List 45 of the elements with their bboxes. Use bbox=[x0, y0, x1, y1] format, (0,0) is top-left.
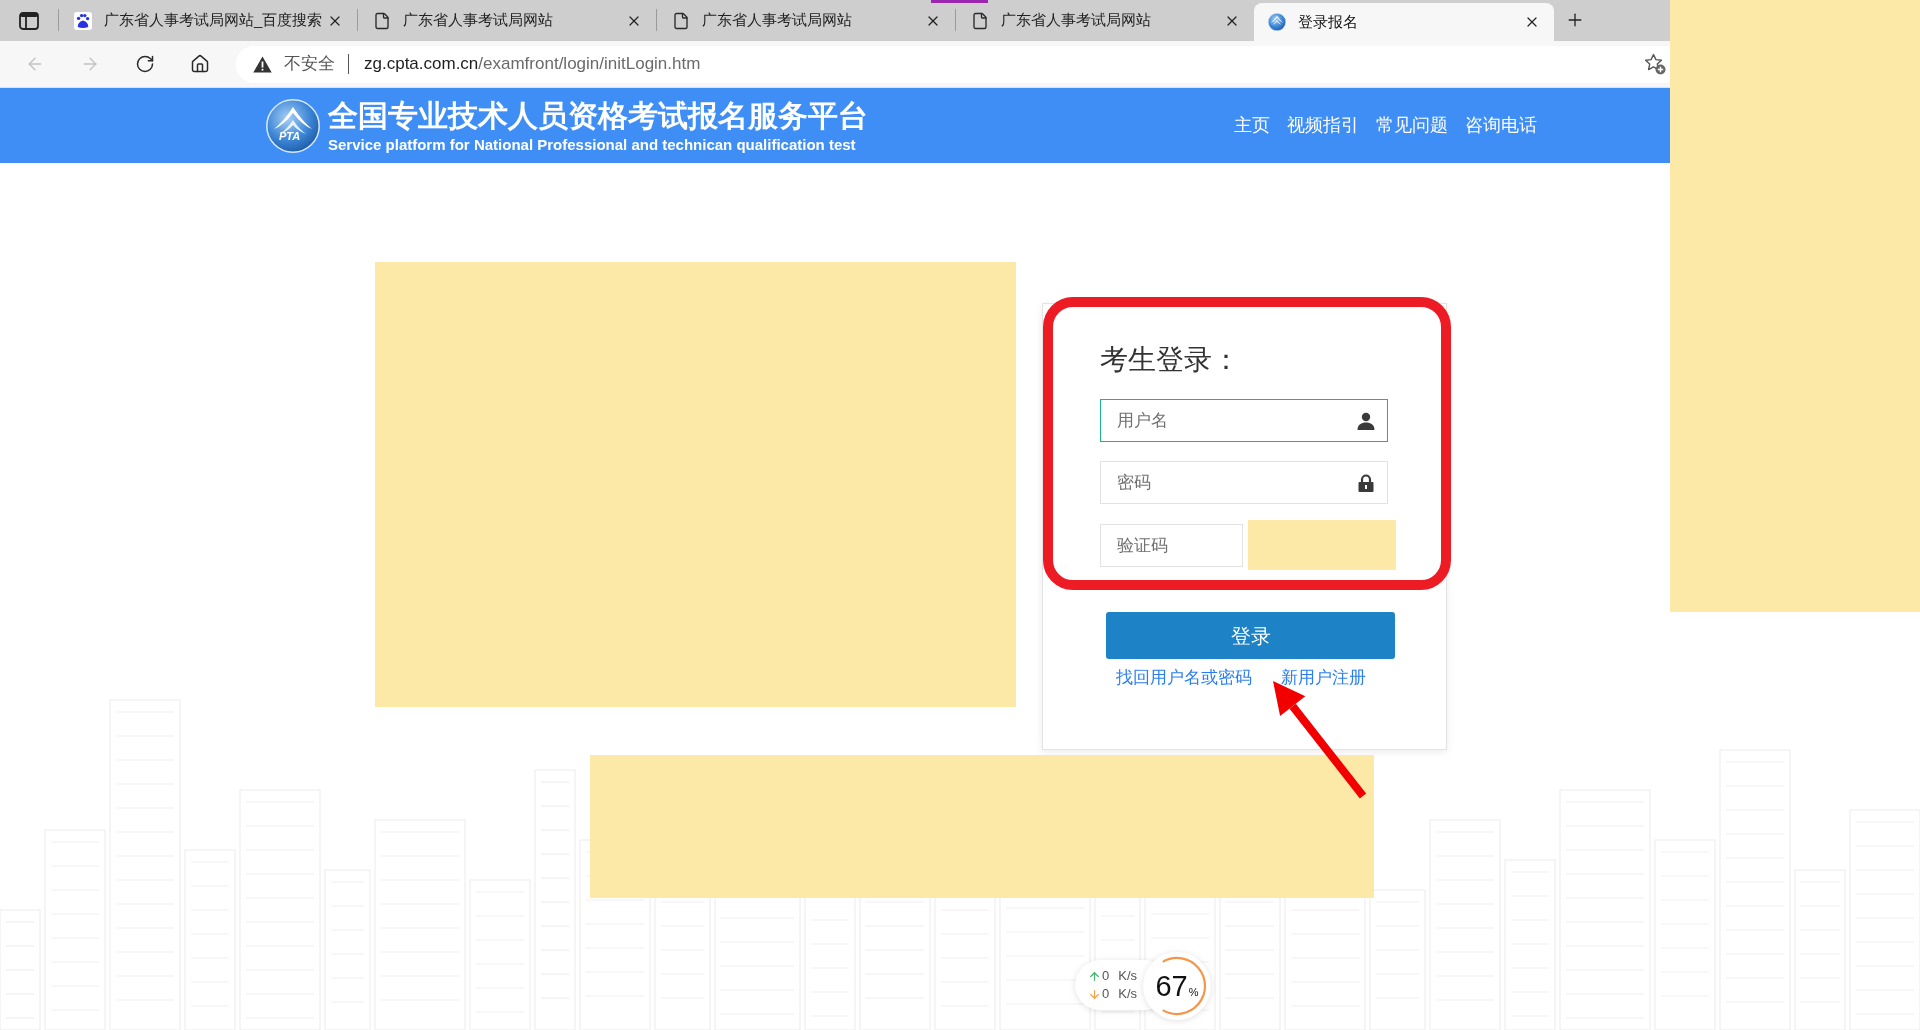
document-icon bbox=[672, 11, 690, 30]
login-button[interactable]: 登录 bbox=[1106, 612, 1395, 659]
sidebar-icon[interactable] bbox=[19, 11, 39, 30]
address-field[interactable]: 不安全 zg.cpta.com.cn/examfront/login/initLogin.htm bbox=[236, 45, 1670, 83]
upload-arrow-icon bbox=[1088, 969, 1101, 983]
warning-icon bbox=[253, 55, 272, 73]
logo-icon bbox=[266, 98, 320, 153]
upload-speed: 0 bbox=[1102, 969, 1110, 983]
register-link[interactable]: 新用户注册 bbox=[1281, 668, 1366, 688]
url-host: zg.cpta.com.cn bbox=[364, 53, 479, 76]
nav-link[interactable]: 咨询电话 bbox=[1465, 112, 1537, 139]
logo-text: PTA bbox=[279, 129, 301, 142]
lock-icon bbox=[1358, 473, 1374, 492]
login-title: 考生登录： bbox=[1100, 343, 1241, 377]
tab-indicator bbox=[931, 0, 988, 3]
download-speed: 0 bbox=[1102, 987, 1110, 1001]
paw-icon bbox=[74, 11, 92, 30]
site-title: 全国专业技术人员资格考试报名服务平台 bbox=[328, 98, 868, 133]
reload-icon bbox=[135, 54, 155, 74]
logo-icon bbox=[1268, 13, 1286, 31]
url-path: /examfront/login/initLogin.htm bbox=[478, 53, 701, 76]
user-icon bbox=[1357, 411, 1375, 430]
password-field[interactable]: 密码 bbox=[1100, 461, 1388, 504]
site-subtitle: Service platform for National Professional and technican qualification test bbox=[328, 135, 857, 153]
speed-unit: K/s bbox=[1118, 969, 1138, 983]
download-arrow-icon bbox=[1088, 987, 1101, 1001]
nav-link[interactable]: 常见问题 bbox=[1376, 112, 1448, 139]
nav-link[interactable]: 视频指引 bbox=[1287, 112, 1359, 139]
recover-account-link[interactable]: 找回用户名或密码 bbox=[1116, 668, 1252, 688]
browser-tab[interactable]: 广东省人事考试局网站 bbox=[657, 0, 955, 41]
username-field[interactable]: 用户名 bbox=[1100, 399, 1388, 442]
home-icon bbox=[190, 54, 210, 74]
browser-tab[interactable]: 广东省人事考试局网站_百度搜索 bbox=[59, 0, 357, 41]
captcha-field[interactable]: 验证码 bbox=[1100, 524, 1243, 567]
memory-unit: % bbox=[1188, 986, 1199, 998]
star-plus-icon[interactable] bbox=[1644, 53, 1666, 75]
security-label: 不安全 bbox=[284, 53, 335, 76]
memory-value: 67 bbox=[1155, 971, 1188, 1001]
document-icon bbox=[373, 11, 391, 30]
browser-tab[interactable]: 广东省人事考试局网站 bbox=[358, 0, 656, 41]
nav-link[interactable]: 主页 bbox=[1234, 112, 1270, 139]
browser-tab[interactable]: 登录报名 bbox=[1254, 3, 1554, 41]
speed-unit: K/s bbox=[1118, 987, 1138, 1001]
browser-tab[interactable]: 广东省人事考试局网站 bbox=[956, 0, 1254, 41]
document-icon bbox=[971, 11, 989, 30]
